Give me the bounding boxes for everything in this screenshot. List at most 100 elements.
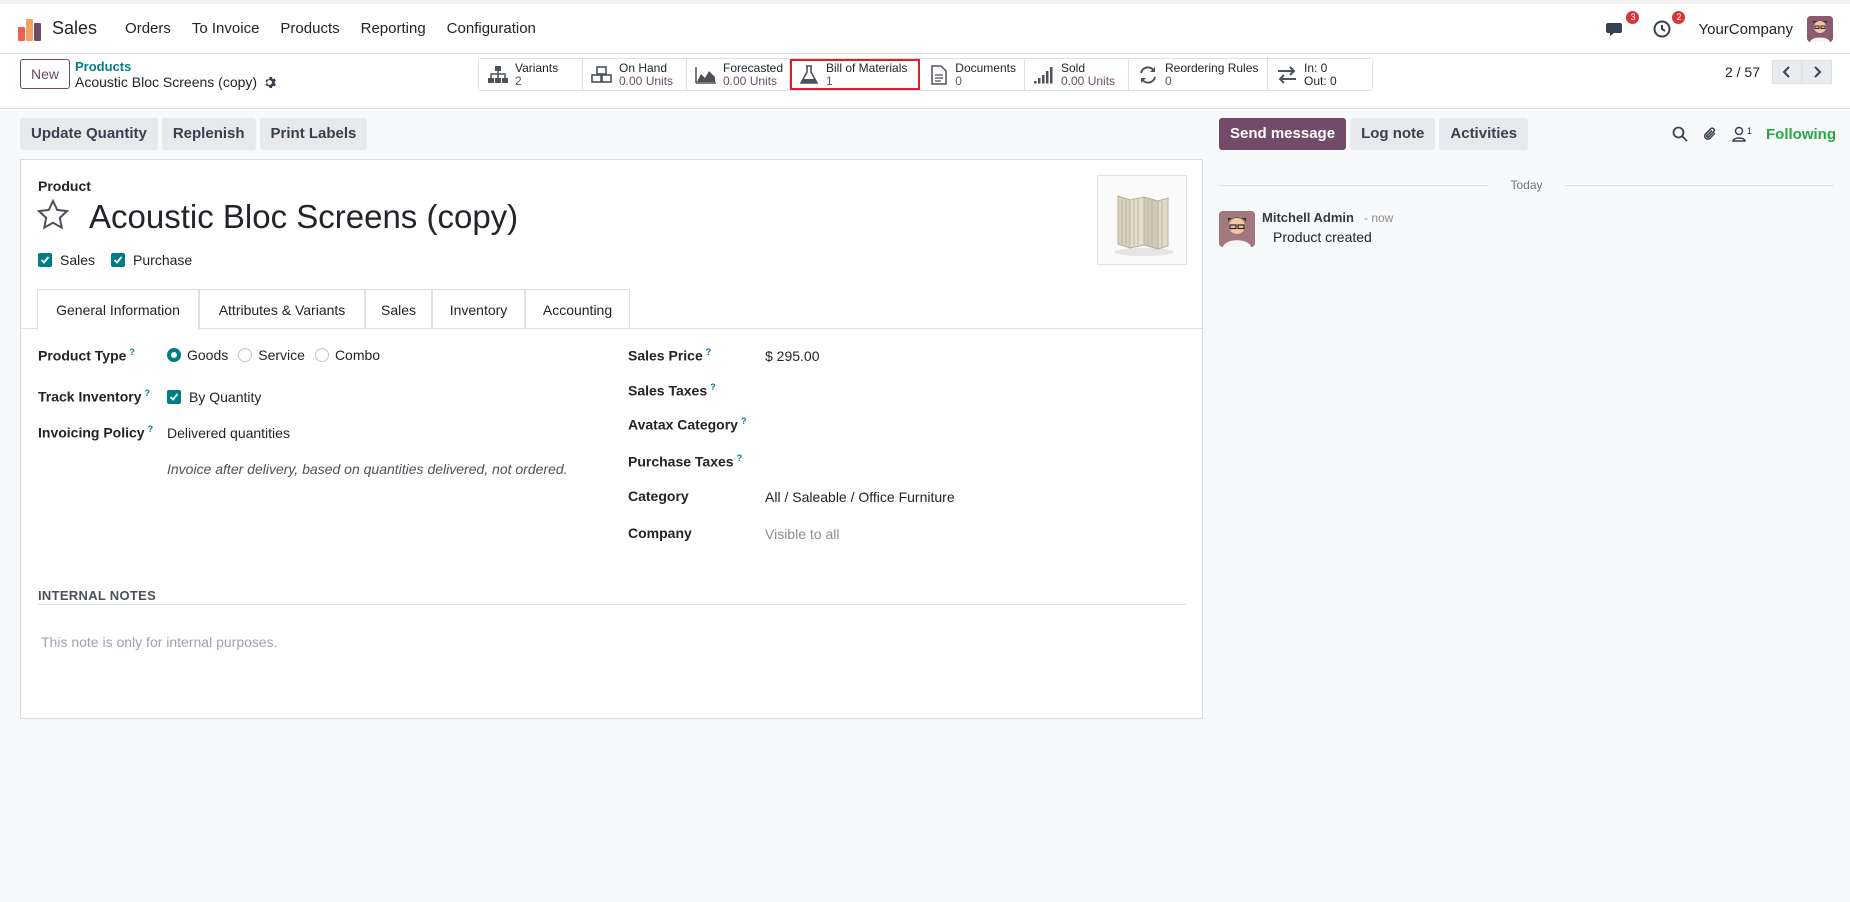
checkbox-checked-icon xyxy=(111,253,126,267)
stat-value: 1 xyxy=(826,73,833,88)
tab-inventory[interactable]: Inventory xyxy=(432,289,525,329)
stat-bill-of-materials-button[interactable]: Bill of Materials 1 xyxy=(790,59,920,90)
help-tooltip[interactable]: ? xyxy=(145,388,151,398)
paperclip-icon[interactable] xyxy=(1702,126,1718,142)
message-author[interactable]: Mitchell Admin xyxy=(1262,210,1354,225)
company-switcher[interactable]: YourCompany xyxy=(1698,21,1793,38)
search-icon[interactable] xyxy=(1672,126,1688,142)
print-labels-button[interactable]: Print Labels xyxy=(259,118,368,150)
top-navbar: Sales Orders To Invoice Products Reporti… xyxy=(0,0,1850,54)
form-action-buttons: Update Quantity Replenish Print Labels xyxy=(20,118,368,150)
purchase-taxes-label: Purchase Taxes? xyxy=(628,453,743,470)
file-icon xyxy=(928,64,949,86)
tab-attributes-variants[interactable]: Attributes & Variants xyxy=(199,289,365,329)
category-label: Category xyxy=(628,488,689,504)
stat-label: Bill of Materials xyxy=(826,60,908,75)
help-tooltip[interactable]: ? xyxy=(129,347,135,357)
followers-button[interactable]: 1 xyxy=(1732,126,1752,142)
product-flags: Sales Purchase xyxy=(38,252,192,268)
avatax-category-label: Avatax Category? xyxy=(628,416,747,433)
sales-app-logo[interactable] xyxy=(18,17,42,41)
product-type-goods-radio[interactable]: Goods xyxy=(167,347,228,363)
help-tooltip[interactable]: ? xyxy=(737,453,743,463)
stat-in-out-button[interactable]: In: 0 Out: 0 xyxy=(1268,59,1372,90)
activities-badge: 2 xyxy=(1672,11,1686,24)
stat-sold-button[interactable]: Sold 0.00 Units xyxy=(1025,59,1129,90)
stat-on-hand-button[interactable]: On Hand 0.00 Units xyxy=(583,59,687,90)
chatter-topbar-right: 1 Following xyxy=(1672,118,1836,150)
new-button[interactable]: New xyxy=(20,59,71,89)
stat-forecasted-button[interactable]: Forecasted 0.00 Units xyxy=(687,59,790,90)
sales-price-field[interactable]: $ 295.00 xyxy=(765,348,820,364)
invoicing-policy-label: Invoicing Policy? xyxy=(38,424,154,441)
following-button[interactable]: Following xyxy=(1766,126,1836,143)
message-author-avatar[interactable] xyxy=(1219,211,1255,247)
messages-icon[interactable]: 3 xyxy=(1606,11,1640,41)
menu-configuration[interactable]: Configuration xyxy=(447,20,536,37)
stat-value: 0.00 Units xyxy=(619,73,674,88)
stat-value: 0 xyxy=(955,73,962,88)
pager-previous-button[interactable] xyxy=(1772,60,1802,84)
help-tooltip[interactable]: ? xyxy=(148,424,154,434)
menu-reporting[interactable]: Reporting xyxy=(361,20,426,37)
invoicing-policy-field[interactable]: Delivered quantities xyxy=(167,425,290,441)
company-field[interactable]: Visible to all xyxy=(765,526,839,542)
form-tabs: General Information Attributes & Variant… xyxy=(21,289,1202,330)
menu-orders[interactable]: Orders xyxy=(125,20,171,37)
sitemap-icon xyxy=(487,64,509,86)
product-name-field[interactable]: Acoustic Bloc Screens (copy) xyxy=(89,198,518,236)
purchase-checkbox[interactable]: Purchase xyxy=(111,252,192,268)
tab-sales[interactable]: Sales xyxy=(365,289,432,329)
menu-to-invoice[interactable]: To Invoice xyxy=(192,20,260,37)
replenish-button[interactable]: Replenish xyxy=(161,118,256,150)
help-tooltip[interactable]: ? xyxy=(710,382,716,392)
product-image[interactable] xyxy=(1097,175,1187,265)
breadcrumb-current: Acoustic Bloc Screens (copy) xyxy=(75,74,276,90)
pager-next-button[interactable] xyxy=(1802,60,1832,84)
stat-label: Sold xyxy=(1061,60,1086,75)
sales-price-label: Sales Price? xyxy=(628,347,712,364)
stat-value: 2 xyxy=(515,73,522,88)
breadcrumb-current-label: Acoustic Bloc Screens (copy) xyxy=(75,74,258,90)
product-type-combo-radio[interactable]: Combo xyxy=(314,347,380,363)
send-message-button[interactable]: Send message xyxy=(1219,118,1347,150)
update-quantity-button[interactable]: Update Quantity xyxy=(20,118,158,150)
tab-accounting[interactable]: Accounting xyxy=(525,289,630,329)
activities-button[interactable]: Activities xyxy=(1439,118,1529,150)
avatax-category-field[interactable] xyxy=(765,416,1185,434)
pager-value[interactable]: 2 / 57 xyxy=(1725,64,1760,80)
cubes-icon xyxy=(591,64,613,86)
signal-icon xyxy=(1033,64,1055,86)
purchase-taxes-field[interactable] xyxy=(765,453,1185,471)
messages-badge: 3 xyxy=(1626,11,1640,24)
refresh-icon xyxy=(1137,64,1159,86)
message-body: Product created xyxy=(1273,229,1372,245)
breadcrumb-products-link[interactable]: Products xyxy=(75,59,131,74)
internal-notes-heading: INTERNAL NOTES xyxy=(38,588,157,603)
product-type-radio-group: Goods Service Combo xyxy=(167,347,380,363)
stat-label: On Hand xyxy=(619,60,668,75)
app-name[interactable]: Sales xyxy=(52,18,97,39)
internal-notes-input[interactable]: This note is only for internal purposes. xyxy=(41,634,278,650)
help-tooltip[interactable]: ? xyxy=(706,347,712,357)
message-time: - now xyxy=(1364,211,1394,225)
sales-taxes-field[interactable] xyxy=(765,382,1185,400)
stat-variants-button[interactable]: Variants 2 xyxy=(479,59,583,90)
menu-products[interactable]: Products xyxy=(280,20,339,37)
category-field[interactable]: All / Saleable / Office Furniture xyxy=(765,489,955,505)
sales-checkbox[interactable]: Sales xyxy=(38,252,95,268)
tab-general-information[interactable]: General Information xyxy=(37,289,199,330)
date-separator: Today xyxy=(1219,178,1834,192)
favorite-star-icon[interactable] xyxy=(36,198,70,232)
stat-documents-button[interactable]: Documents 0 xyxy=(920,59,1025,90)
gear-icon[interactable] xyxy=(263,76,276,89)
checkbox-checked-icon xyxy=(38,253,52,267)
stat-reordering-rules-button[interactable]: Reordering Rules 0 xyxy=(1129,59,1268,90)
help-tooltip[interactable]: ? xyxy=(741,416,747,426)
product-type-service-radio[interactable]: Service xyxy=(238,347,305,363)
log-note-button[interactable]: Log note xyxy=(1350,118,1436,150)
track-inventory-checkbox[interactable]: By Quantity xyxy=(167,389,261,405)
user-avatar[interactable] xyxy=(1807,16,1833,42)
company-label: Company xyxy=(628,525,692,541)
activities-clock-icon[interactable]: 2 xyxy=(1652,11,1686,41)
